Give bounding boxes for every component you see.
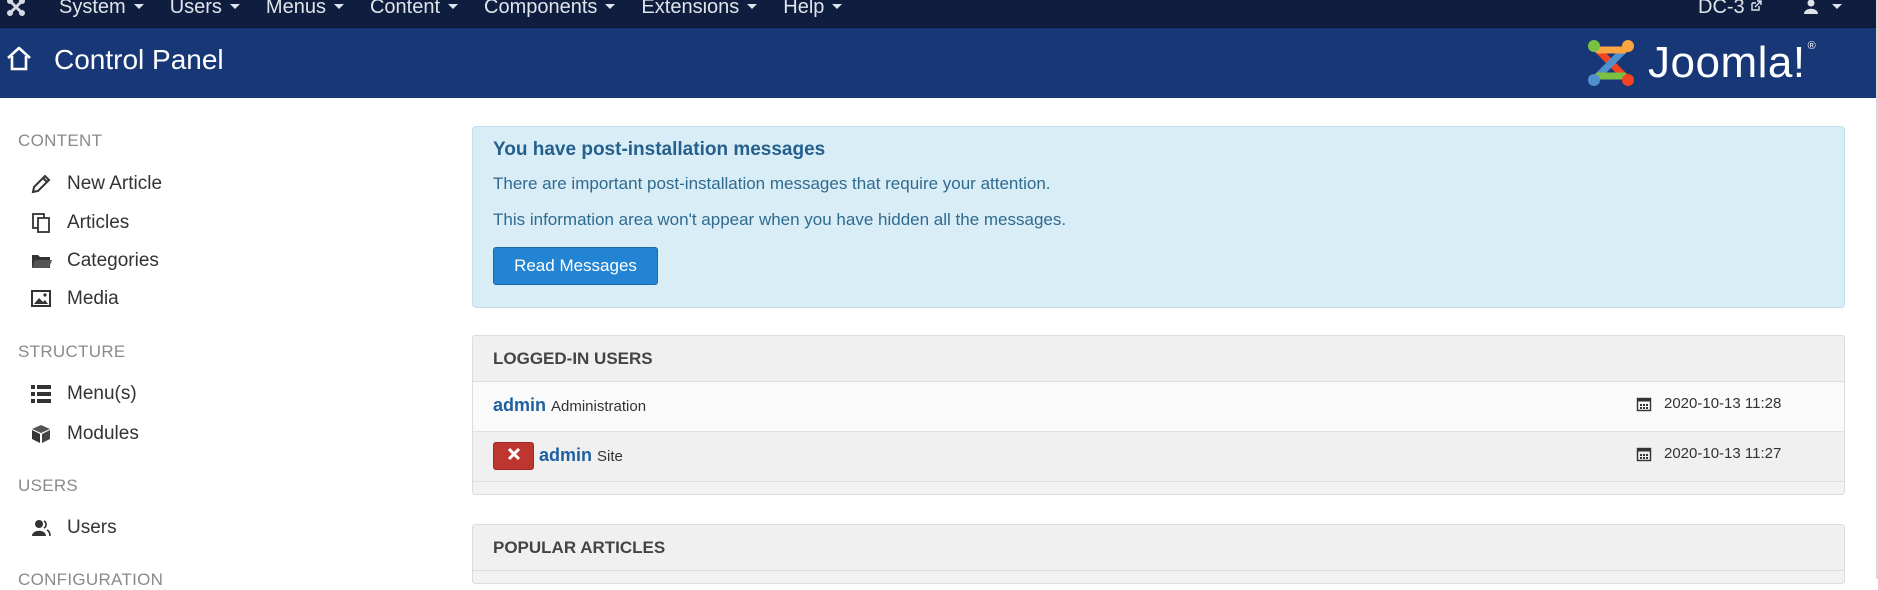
image-icon (28, 286, 54, 312)
section-heading-structure: STRUCTURE (18, 342, 126, 361)
site-name: DC-3 (1698, 0, 1745, 18)
sidebar-item-new-article[interactable]: New Article (28, 170, 162, 198)
caret-down-icon (747, 4, 758, 9)
copy-icon (28, 210, 54, 236)
external-link-icon (1750, 0, 1762, 15)
menu-extensions[interactable]: Extensions (628, 0, 770, 27)
sidebar-item-media[interactable]: Media (28, 285, 119, 313)
list-icon (28, 381, 54, 407)
sidebar-item-label: Articles (67, 212, 130, 233)
sidebar-item-label: Categories (67, 250, 159, 271)
user-link[interactable]: admin (539, 445, 592, 466)
section-heading-users: USERS (18, 476, 79, 495)
folder-icon (28, 248, 54, 274)
menu-label: Help (783, 0, 825, 18)
logged-in-users-panel: LOGGED-IN USERS admin Administration 202… (472, 335, 1845, 495)
sidebar-item-modules[interactable]: Modules (28, 420, 139, 448)
user-area: Administration (551, 398, 647, 415)
calendar-icon (1636, 396, 1652, 412)
sidebar-item-label: Users (67, 517, 117, 538)
panel-title: POPULAR ARTICLES (473, 525, 1844, 571)
logo-registered: ® (1807, 40, 1816, 52)
site-link[interactable]: DC-3 (1698, 0, 1762, 27)
section-heading-configuration: CONFIGURATION (18, 570, 164, 589)
login-timestamp: 2020-10-13 11:27 (1664, 445, 1782, 462)
login-time: 2020-10-13 11:28 (1636, 395, 1781, 412)
menu-help[interactable]: Help (770, 0, 855, 27)
alert-text: This information area won't appear when … (493, 210, 1067, 229)
sidebar-item-label: Menu(s) (67, 383, 137, 404)
sidebar-item-label: New Article (67, 173, 163, 194)
caret-down-icon (133, 4, 144, 9)
caret-down-icon (333, 4, 344, 9)
main-menu: System Users Menus Content Components Ex… (46, 0, 855, 27)
joomla-logo-icon (1588, 40, 1634, 86)
home-icon (4, 44, 34, 74)
sidebar-item-categories[interactable]: Categories (28, 247, 159, 275)
menu-content[interactable]: Content (357, 0, 471, 27)
sidebar-item-label: Modules (67, 423, 139, 444)
table-row: admin Site 2020-10-13 11:27 (473, 432, 1844, 482)
menu-system[interactable]: System (46, 0, 157, 27)
menu-label: Extensions (641, 0, 740, 18)
user-link[interactable]: admin (493, 395, 546, 416)
caret-down-icon (605, 4, 616, 9)
caret-down-icon (229, 4, 240, 9)
pencil-icon (28, 171, 54, 197)
caret-down-icon (832, 4, 843, 9)
logo-wordmark: Joomla! (1648, 38, 1806, 87)
page-header: Control Panel Joomla! ® (0, 28, 1878, 98)
user-icon (1802, 0, 1820, 15)
user-menu[interactable] (1802, 0, 1842, 27)
joomla-icon[interactable] (4, 0, 28, 18)
caret-down-icon (1832, 4, 1842, 9)
login-timestamp: 2020-10-13 11:28 (1664, 395, 1782, 412)
read-messages-button[interactable]: Read Messages (493, 247, 658, 285)
page-title: Control Panel (54, 44, 224, 75)
caret-down-icon (448, 4, 459, 9)
section-heading-content: CONTENT (18, 131, 103, 150)
sidebar-item-articles[interactable]: Articles (28, 209, 129, 237)
users-icon (28, 515, 54, 541)
menu-label: Components (484, 0, 598, 18)
user-area: Site (597, 448, 623, 465)
close-icon (507, 447, 521, 466)
menu-label: System (59, 0, 126, 18)
panel-title: LOGGED-IN USERS (473, 336, 1844, 382)
menu-users[interactable]: Users (157, 0, 253, 27)
popular-articles-panel: POPULAR ARTICLES (472, 524, 1845, 584)
login-time: 2020-10-13 11:27 (1636, 445, 1781, 462)
logout-user-button[interactable] (493, 442, 534, 470)
post-install-alert: You have post-installation messages Ther… (472, 126, 1845, 308)
menu-label: Content (369, 0, 441, 18)
alert-text: There are important post-installation me… (493, 174, 1051, 193)
sidebar-item-menus[interactable]: Menu(s) (28, 380, 137, 408)
top-navbar: System Users Menus Content Components Ex… (0, 0, 1878, 28)
menu-label: Menus (265, 0, 326, 18)
calendar-icon (1636, 446, 1652, 462)
joomla-logo: Joomla! ® (1584, 34, 1846, 92)
alert-heading: You have post-installation messages (493, 139, 826, 160)
sidebar-item-label: Media (67, 288, 119, 309)
menu-components[interactable]: Components (471, 0, 628, 27)
table-row: admin Administration 2020-10-13 11:28 (473, 382, 1844, 432)
cube-icon (28, 421, 54, 447)
menu-menus[interactable]: Menus (253, 0, 357, 27)
menu-label: Users (169, 0, 222, 18)
sidebar-item-users[interactable]: Users (28, 514, 117, 542)
